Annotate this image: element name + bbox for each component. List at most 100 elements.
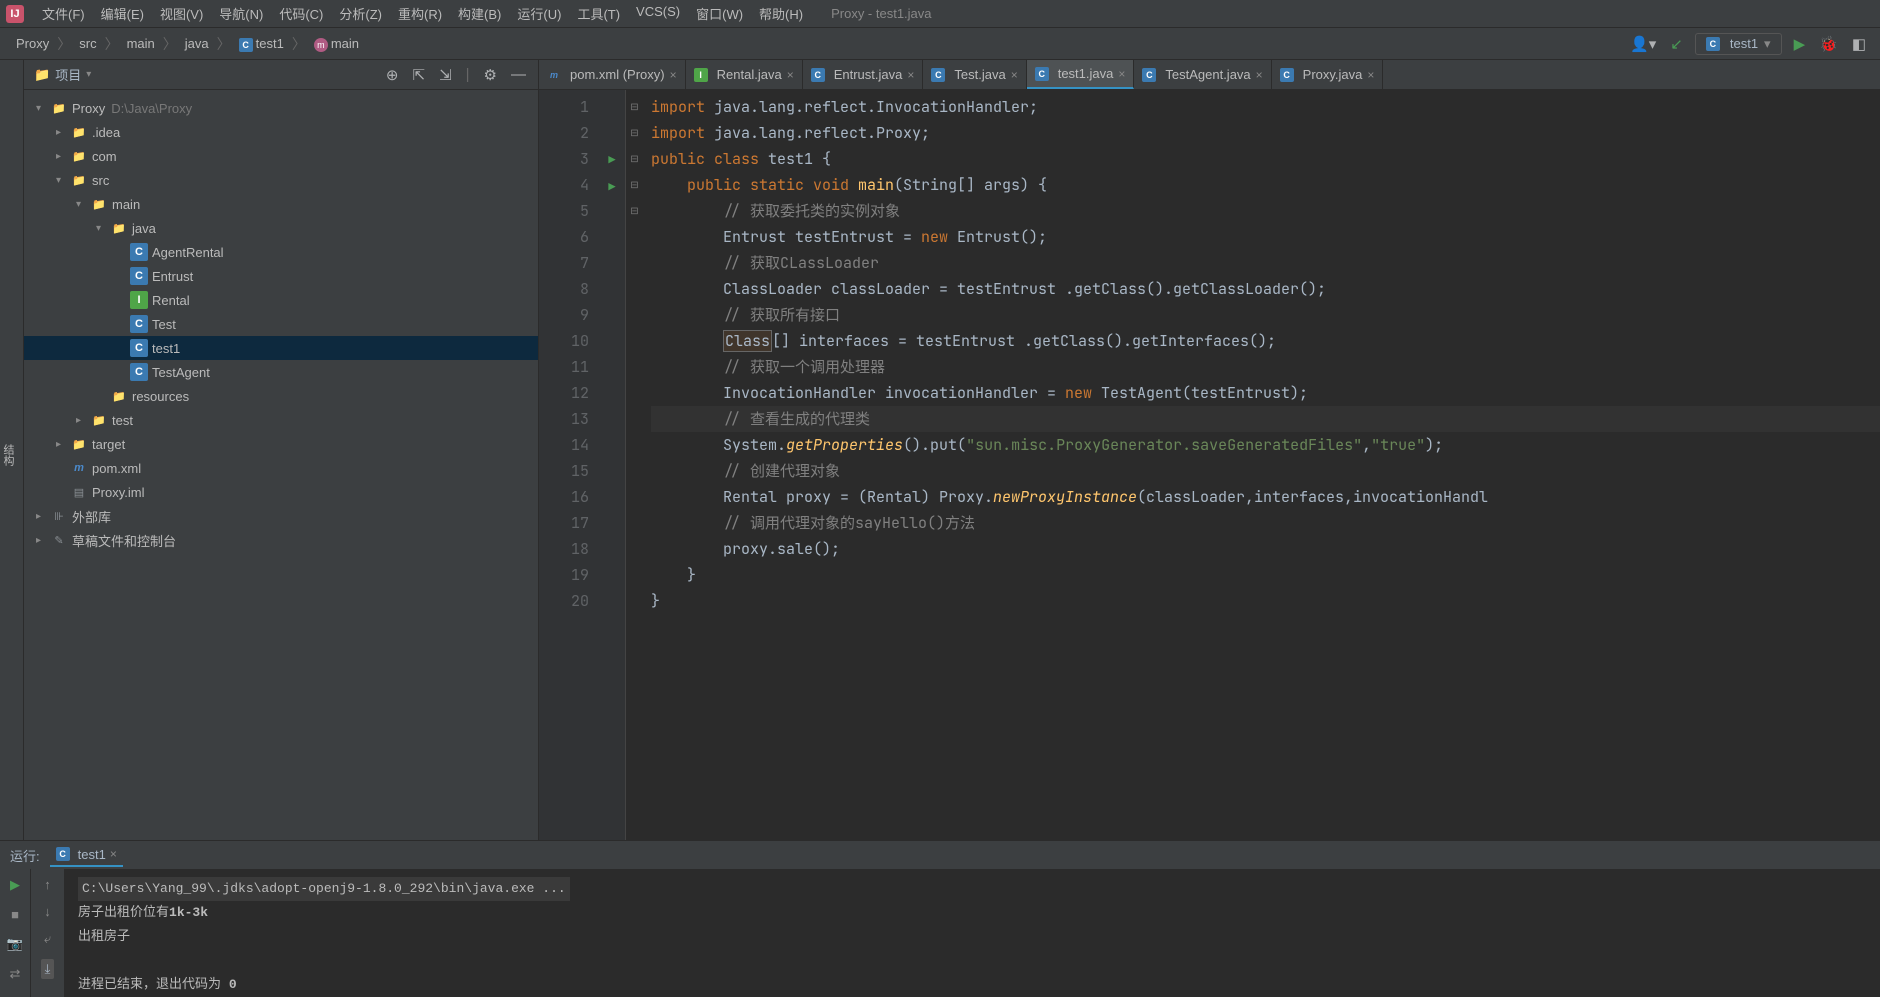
tree-item[interactable]: ▸📁target <box>24 432 538 456</box>
menu-item[interactable]: 重构(R) <box>390 1 450 26</box>
folder-icon: 📁 <box>34 67 50 83</box>
debug-button[interactable]: 🐞 <box>1817 33 1840 55</box>
run-button[interactable]: ▶ <box>1792 33 1808 55</box>
wrap-icon[interactable]: ⤶ <box>44 931 51 947</box>
menu-item[interactable]: 窗口(W) <box>688 1 751 26</box>
breadcrumb-item[interactable]: src <box>75 34 100 53</box>
tree-item[interactable]: ▤Proxy.iml <box>24 480 538 504</box>
tree-item[interactable]: CAgentRental <box>24 240 538 264</box>
tree-item[interactable]: ▸📁test <box>24 408 538 432</box>
tree-item[interactable]: ▸⊪外部库 <box>24 504 538 528</box>
structure-stripe-icon[interactable]: 结构 <box>2 444 14 466</box>
rerun-icon[interactable]: ▶ <box>10 877 20 893</box>
code-editor[interactable]: 1234567891011121314151617181920 ▶▶ ⊟⊟ ⊟ … <box>539 90 1880 840</box>
class-icon: C <box>130 339 148 357</box>
editor-tab[interactable]: CTest.java× <box>923 60 1026 89</box>
editor-tab[interactable]: CTestAgent.java× <box>1134 60 1271 89</box>
tree-item[interactable]: ▸📁.idea <box>24 120 538 144</box>
down-icon[interactable]: ↓ <box>44 904 51 919</box>
close-icon[interactable]: × <box>1367 68 1374 82</box>
run-tool-window: 运行: C test1 × ▶ ■ 📷 ⇄ ↑ ↓ ⤶ ⤓ C:\Users\Y… <box>0 840 1880 997</box>
breadcrumb-item[interactable]: main <box>123 34 159 53</box>
editor-tab[interactable]: CProxy.java× <box>1272 60 1384 89</box>
m-icon: m <box>70 459 88 477</box>
close-icon[interactable]: × <box>670 68 677 82</box>
breadcrumb-item[interactable]: java <box>181 34 213 53</box>
run-tab[interactable]: C test1 × <box>50 844 123 867</box>
camera-icon[interactable]: 📷 <box>7 936 23 952</box>
tree-item[interactable]: ▸📁com <box>24 144 538 168</box>
tree-item[interactable]: IRental <box>24 288 538 312</box>
locate-icon[interactable]: ⊕ <box>384 64 401 86</box>
main-menu-bar: IJ 文件(F)编辑(E)视图(V)导航(N)代码(C)分析(Z)重构(R)构建… <box>0 0 1880 28</box>
left-tool-strip[interactable]: 结构 <box>0 60 24 840</box>
editor-tab[interactable]: CEntrust.java× <box>803 60 924 89</box>
folder-icon: 📁 <box>90 195 108 213</box>
scroll-icon[interactable]: ⤓ <box>41 959 55 979</box>
tree-item[interactable]: ▾📁ProxyD:\Java\Proxy <box>24 96 538 120</box>
console-output[interactable]: C:\Users\Yang_99\.jdks\adopt-openj9-1.8.… <box>64 869 1880 997</box>
breadcrumb-item[interactable]: Ctest1 <box>235 34 288 54</box>
breadcrumb-item[interactable]: Proxy <box>12 34 53 53</box>
menu-item[interactable]: 导航(N) <box>211 1 271 26</box>
run-config-selector[interactable]: C test1 ▾ <box>1695 33 1782 55</box>
menu-item[interactable]: 分析(Z) <box>331 1 390 26</box>
tree-item[interactable]: ▸✎草稿文件和控制台 <box>24 528 538 552</box>
tree-item[interactable]: mpom.xml <box>24 456 538 480</box>
tree-item[interactable]: CTestAgent <box>24 360 538 384</box>
folder-icon: 📁 <box>70 147 88 165</box>
menu-item[interactable]: 编辑(E) <box>93 1 152 26</box>
file-icon: ▤ <box>70 483 88 501</box>
stop-icon[interactable]: ■ <box>11 907 19 922</box>
expand-all-icon[interactable]: ⇱ <box>410 64 427 86</box>
close-icon[interactable]: × <box>110 847 117 861</box>
close-icon[interactable]: × <box>787 68 794 82</box>
navigation-bar: Proxy〉src〉main〉java〉Ctest1〉mmain 👤▾ ↙ C … <box>0 28 1880 60</box>
breadcrumb-item[interactable]: mmain <box>310 34 363 54</box>
up-icon[interactable]: ↑ <box>44 877 51 892</box>
user-icon[interactable]: 👤▾ <box>1628 33 1658 55</box>
menu-item[interactable]: 文件(F) <box>34 1 93 26</box>
panel-title: 项目 <box>55 65 81 84</box>
project-tree[interactable]: ▾📁ProxyD:\Java\Proxy▸📁.idea▸📁com▾📁src▾📁m… <box>24 90 538 840</box>
tree-item[interactable]: CTest <box>24 312 538 336</box>
menu-item[interactable]: 运行(U) <box>509 1 569 26</box>
editor-tab[interactable]: mpom.xml (Proxy)× <box>539 60 686 89</box>
editor-tab[interactable]: IRental.java× <box>686 60 803 89</box>
menu-item[interactable]: 工具(T) <box>569 1 628 26</box>
build-icon[interactable]: ↙ <box>1668 33 1685 55</box>
app-icon: IJ <box>6 5 24 23</box>
menu-item[interactable]: 代码(C) <box>271 1 331 26</box>
run-label: 运行: <box>10 846 40 865</box>
close-icon[interactable]: × <box>1011 68 1018 82</box>
folder-icon: 📁 <box>90 411 108 429</box>
close-icon[interactable]: × <box>1256 68 1263 82</box>
menu-item[interactable]: 构建(B) <box>450 1 509 26</box>
close-icon[interactable]: × <box>907 68 914 82</box>
scratch-icon: ✎ <box>50 531 68 549</box>
editor-area: mpom.xml (Proxy)×IRental.java×CEntrust.j… <box>539 60 1880 840</box>
settings-icon[interactable]: ⇄ <box>10 966 21 982</box>
gear-icon[interactable]: ⚙ <box>482 64 499 86</box>
editor-tab[interactable]: Ctest1.java× <box>1027 60 1135 89</box>
class-icon: C <box>130 315 148 333</box>
tree-item[interactable]: Ctest1 <box>24 336 538 360</box>
tree-item[interactable]: ▾📁java <box>24 216 538 240</box>
coverage-button[interactable]: ◧ <box>1850 33 1868 55</box>
tree-item[interactable]: 📁resources <box>24 384 538 408</box>
folder-icon: 📁 <box>70 123 88 141</box>
tree-item[interactable]: CEntrust <box>24 264 538 288</box>
folder-icon: 📁 <box>70 171 88 189</box>
lib-icon: ⊪ <box>50 507 68 525</box>
folder-icon: 📁 <box>110 387 128 405</box>
collapse-all-icon[interactable]: ⇲ <box>437 64 454 86</box>
tree-item[interactable]: ▾📁main <box>24 192 538 216</box>
menu-item[interactable]: 视图(V) <box>152 1 211 26</box>
close-icon[interactable]: × <box>1118 67 1125 81</box>
menu-item[interactable]: VCS(S) <box>628 1 688 26</box>
menu-item[interactable]: 帮助(H) <box>751 1 811 26</box>
class-icon: C <box>130 267 148 285</box>
tree-item[interactable]: ▾📁src <box>24 168 538 192</box>
editor-tabs: mpom.xml (Proxy)×IRental.java×CEntrust.j… <box>539 60 1880 90</box>
hide-icon[interactable]: — <box>509 64 528 86</box>
